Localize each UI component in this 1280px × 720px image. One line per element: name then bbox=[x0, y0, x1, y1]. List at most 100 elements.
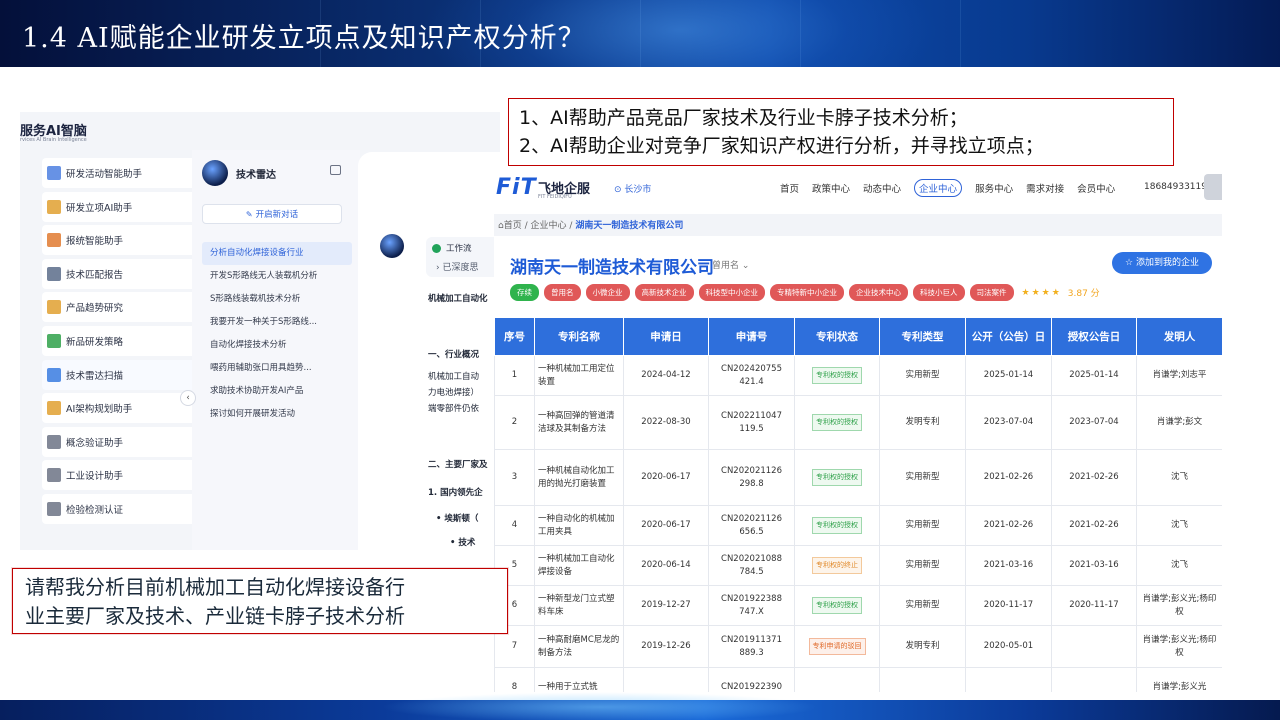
table-row[interactable]: 5 一种机械加工自动化焊接设备 2020-06-14 CN202021088784.5… bbox=[494, 545, 1222, 586]
table-cell: 实用新型 bbox=[879, 585, 966, 626]
architecture-icon bbox=[47, 401, 61, 416]
sidebar-item[interactable]: 技术雷达扫描 bbox=[42, 359, 200, 390]
footer-strip bbox=[0, 692, 1280, 720]
project-approval-icon bbox=[47, 199, 61, 214]
column-header: 序号 bbox=[494, 317, 535, 356]
sidebar-item[interactable]: 研发立项AI助手 bbox=[42, 191, 200, 222]
new-product-icon bbox=[47, 333, 61, 348]
status-badge: 专利权的授权 bbox=[812, 414, 862, 431]
table-cell: 实用新型 bbox=[879, 505, 966, 546]
history-item[interactable]: 我要开发一种关于S形路线... bbox=[202, 311, 352, 334]
nav-link[interactable]: 需求对接 bbox=[1026, 181, 1064, 197]
history-item[interactable]: 喂药用辅助张口用具趋势... bbox=[202, 357, 352, 380]
table-header-row: 序号 专利名称 申请日 申请号 专利状态 专利类型 公开（公告）日 授权公告日 发明人 bbox=[494, 317, 1222, 356]
sidebar-item[interactable]: 研发活动智能助手 bbox=[42, 158, 200, 188]
table-cell: 2021-02-26 bbox=[1051, 505, 1137, 546]
table-row[interactable]: 2 一种高回弹的管道清洁球及其制备方法 2022-08-30 CN2022110471… bbox=[494, 395, 1222, 450]
table-row[interactable]: 3 一种机械自动化加工用的抛光打磨装置 2020-06-17 CN2020211262… bbox=[494, 449, 1222, 506]
sidebar-item[interactable]: 产品趋势研究 bbox=[42, 292, 200, 323]
table-cell bbox=[623, 667, 709, 692]
nav-link[interactable]: 首页 bbox=[780, 181, 799, 197]
sidebar-item[interactable]: AI架构规划助手 bbox=[42, 393, 200, 424]
nav-link[interactable]: 动态中心 bbox=[863, 181, 901, 197]
nav-link[interactable]: 政策中心 bbox=[812, 181, 850, 197]
table-cell: 沈飞 bbox=[1136, 449, 1222, 506]
nav-link[interactable]: 会员中心 bbox=[1077, 181, 1115, 197]
table-row[interactable]: 4 一种自动化的机械加工用夹具 2020-06-17 CN202021126656.5… bbox=[494, 505, 1222, 546]
deep-thinking-text: 已深度思 bbox=[442, 263, 479, 273]
table-cell: 2020-11-17 bbox=[1051, 585, 1137, 626]
history-item[interactable]: 探讨如何开展研发活动 bbox=[202, 403, 352, 426]
column-header: 授权公告日 bbox=[1051, 317, 1137, 356]
subsection-heading: 1. 国内领先企 bbox=[428, 488, 483, 498]
slide: 1.4 AI赋能企业研发立项点及知识产权分析？ 服务AI智脑 rvices AI… bbox=[0, 0, 1280, 720]
table-cell: CN201922390 bbox=[708, 667, 795, 692]
research-activity-icon bbox=[47, 166, 61, 180]
table-cell bbox=[1051, 625, 1137, 668]
rating-score: 3.87 分 bbox=[1067, 289, 1100, 299]
status-badge: 专利权的授权 bbox=[812, 367, 862, 384]
chevron-left-icon[interactable]: ‹ bbox=[180, 390, 196, 406]
table-row[interactable]: 7 一种高耐磨MC尼龙的制备方法 2019-12-26 CN201911371889.… bbox=[494, 625, 1222, 668]
tech-match-icon bbox=[47, 266, 61, 281]
table-cell: 一种机械自动化加工用的抛光打磨装置 bbox=[534, 449, 624, 506]
star-outline-icon: ☆ bbox=[1125, 258, 1134, 268]
hourglass-icon bbox=[47, 434, 61, 449]
table-row[interactable]: 6 一种新型龙门立式塑料车床 2019-12-27 CN201922388747.X 专… bbox=[494, 585, 1222, 626]
site-logo[interactable]: FiT bbox=[496, 175, 537, 200]
table-cell: 2025-01-14 bbox=[1051, 355, 1137, 396]
sidebar-item[interactable]: 概念验证助手 bbox=[42, 426, 200, 457]
breadcrumb-home[interactable]: 首页 bbox=[504, 221, 522, 231]
nav-link[interactable]: 企业中心 bbox=[914, 179, 963, 197]
sidebar-item[interactable]: 检验检测认证 bbox=[42, 493, 200, 524]
company-tag: 高新技术企业 bbox=[634, 284, 694, 301]
company-tag: 科技小巨人 bbox=[913, 284, 965, 301]
history-item[interactable]: 开发S形路线无人装载机分析 bbox=[202, 265, 352, 288]
table-cell: 2021-02-26 bbox=[965, 449, 1052, 506]
column-header: 专利状态 bbox=[794, 317, 880, 356]
table-row[interactable]: 1 一种机械加工用定位装置 2024-04-12 CN202420755421.4 专利… bbox=[494, 355, 1222, 396]
table-cell: 4 bbox=[494, 505, 535, 546]
sidebar-item[interactable]: 技术匹配报告 bbox=[42, 258, 200, 289]
answer-heading: 机械加工自动化 bbox=[428, 294, 488, 304]
user-phone[interactable]: 18684933119 bbox=[1144, 182, 1207, 192]
table-cell: 2020-05-01 bbox=[965, 625, 1052, 668]
location-pin-icon: ⊙ bbox=[614, 185, 622, 195]
company-tag: 科技型中小企业 bbox=[698, 284, 765, 301]
sidebar-item-label: 研发立项AI助手 bbox=[66, 202, 133, 214]
alias-dropdown[interactable]: 曾用名 ⌄ bbox=[712, 258, 749, 271]
nav-link[interactable]: 服务中心 bbox=[975, 181, 1013, 197]
patent-table: 序号 专利名称 申请日 申请号 专利状态 专利类型 公开（公告）日 授权公告日 发明人 1 一种机… bbox=[494, 317, 1222, 692]
sidebar-item[interactable]: 报统智能助手 bbox=[42, 225, 200, 256]
table-cell: 肖谦学;刘志平 bbox=[1136, 355, 1222, 396]
history-item[interactable]: 分析自动化焊接设备行业 bbox=[202, 242, 352, 265]
sidebar-item[interactable]: 新品研发策略 bbox=[42, 325, 200, 356]
breadcrumb-current: 湖南天一制造技术有限公司 bbox=[575, 221, 684, 231]
history-item[interactable]: S形路线装载机技术分析 bbox=[202, 288, 352, 311]
new-chat-button[interactable]: ✎ 开启新对话 bbox=[202, 204, 342, 224]
top-callout: 1、AI帮助产品竞品厂家技术及行业卡脖子技术分析； 2、AI帮助企业对竞争厂家知… bbox=[508, 98, 1174, 166]
user-avatar-icon[interactable] bbox=[1204, 174, 1222, 200]
collapse-panel-icon[interactable] bbox=[330, 165, 341, 175]
table-cell: 一种机械加工自动化焊接设备 bbox=[534, 545, 624, 586]
table-row[interactable]: 8 一种用于立式铣 CN201922390 肖谦学;彭义光 bbox=[494, 667, 1222, 692]
table-cell: 2022-08-30 bbox=[623, 395, 709, 450]
city-selector[interactable]: ⊙ 长沙市 bbox=[614, 182, 651, 195]
history-item[interactable]: 求助技术协助开发AI产品 bbox=[202, 380, 352, 403]
bullet-item: • 埃斯顿（ bbox=[436, 514, 479, 524]
sidebar-item[interactable]: 工业设计助手 bbox=[42, 460, 200, 491]
add-button-label: 添加到我的企业 bbox=[1135, 258, 1199, 268]
paragraph-line: 机械加工自动 bbox=[428, 372, 480, 382]
table-cell: 专利权的授权 bbox=[794, 355, 880, 396]
sidebar-item-label: 新品研发策略 bbox=[66, 336, 124, 348]
sidebar-item-label: AI架构规划助手 bbox=[66, 404, 133, 416]
hourglass-icon bbox=[47, 468, 61, 483]
company-tag: 专精特新中小企业 bbox=[770, 284, 844, 301]
add-to-my-enterprise-button[interactable]: ☆ 添加到我的企业 bbox=[1112, 252, 1212, 274]
rating-stars: ★★★★ bbox=[1021, 287, 1062, 298]
breadcrumb-enterprise[interactable]: 企业中心 bbox=[531, 221, 567, 231]
history-item[interactable]: 自动化焊接技术分析 bbox=[202, 334, 352, 357]
chat-history-panel: 技术雷达 ✎ 开启新对话 分析自动化焊接设备行业 开发S形路线无人装载机分析 S形路… bbox=[192, 150, 360, 550]
table-cell: 实用新型 bbox=[879, 545, 966, 586]
table-cell: 2024-04-12 bbox=[623, 355, 709, 396]
